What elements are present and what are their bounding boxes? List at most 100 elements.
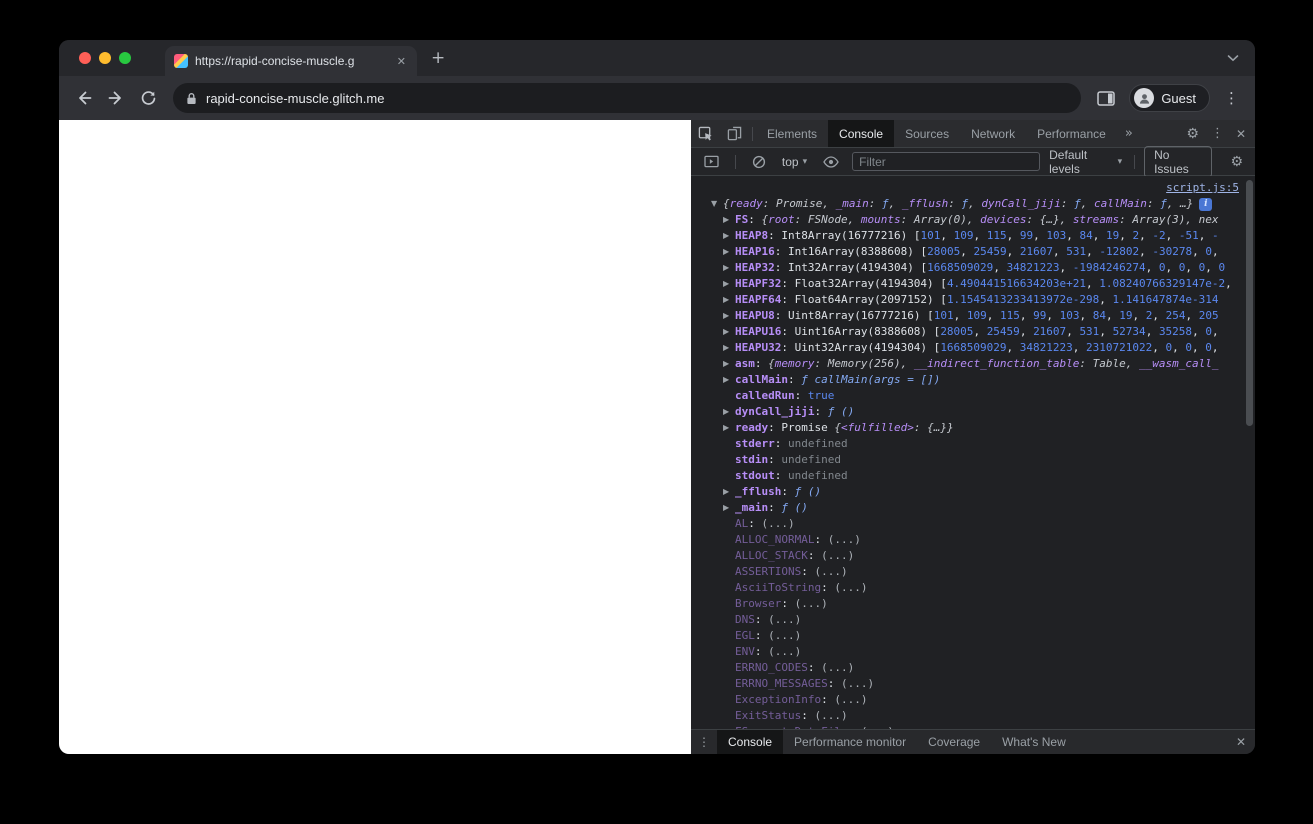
more-tabs-icon[interactable]: » [1117, 120, 1141, 147]
inspect-element-icon[interactable] [691, 120, 720, 147]
minimize-window-button[interactable] [99, 52, 111, 64]
expand-arrow-icon[interactable]: ▶ [723, 212, 735, 228]
expand-getter-button[interactable]: (...) [814, 708, 847, 724]
console-settings-icon[interactable]: ⚙ [1224, 154, 1249, 170]
filter-input[interactable] [852, 152, 1041, 171]
expand-arrow-icon[interactable]: ▶ [723, 308, 735, 324]
tab-close-icon[interactable]: ✕ [395, 55, 408, 68]
expand-getter-button[interactable]: (...) [821, 548, 854, 564]
console-row[interactable]: ▼{ready: Promise, _main: ƒ, _fflush: ƒ, … [691, 196, 1255, 212]
console-row[interactable]: ▶ HEAPF32: Float32Array(4194304) [4.49044… [691, 276, 1255, 292]
scrollbar-thumb[interactable] [1246, 180, 1253, 426]
expand-arrow-icon[interactable]: ▶ [723, 420, 735, 436]
console-token: 101 [920, 229, 941, 242]
collapse-arrow-icon[interactable]: ▼ [711, 196, 723, 212]
console-row[interactable]: ▶ _fflush: ƒ () [691, 484, 1255, 500]
console-row: stderr: undefined [691, 436, 1255, 452]
expand-arrow-icon[interactable]: ▶ [723, 324, 735, 340]
console-row[interactable]: ▶ HEAPU32: Uint32Array(4194304) [16685090… [691, 340, 1255, 356]
source-link[interactable]: script.js:5 [1166, 180, 1239, 196]
console-row[interactable]: ▶ HEAP8: Int8Array(16777216) [101, 109, 1… [691, 228, 1255, 244]
expand-arrow-icon[interactable]: ▶ [723, 484, 735, 500]
expand-getter-button[interactable]: (...) [834, 580, 867, 596]
console-token: , [1198, 229, 1212, 242]
expand-arrow-icon[interactable]: ▶ [723, 228, 735, 244]
console-row[interactable]: ▶ ready: Promise {<fulfilled>: {…}} [691, 420, 1255, 436]
console-row[interactable]: ▶ dynCall_jiji: ƒ () [691, 404, 1255, 420]
context-selector[interactable]: top ▾ [779, 155, 810, 169]
expand-arrow-icon[interactable]: ▶ [723, 500, 735, 516]
expand-getter-button[interactable]: (...) [841, 676, 874, 692]
console-row[interactable]: ▶ callMain: ƒ callMain(args = []) [691, 372, 1255, 388]
console-scrollbar[interactable] [1245, 178, 1254, 727]
devtools-settings-icon[interactable]: ⚙ [1180, 120, 1205, 147]
zoom-window-button[interactable] [119, 52, 131, 64]
expand-arrow-icon[interactable]: ▶ [723, 340, 735, 356]
console-token: , [1105, 309, 1120, 322]
expand-getter-button[interactable]: (...) [762, 516, 795, 532]
reload-button[interactable] [133, 83, 163, 113]
expand-arrow-icon[interactable]: ▶ [723, 260, 735, 276]
expand-getter-button[interactable]: (...) [768, 612, 801, 628]
expand-arrow-icon[interactable]: ▶ [723, 372, 735, 388]
devtools-tab-elements[interactable]: Elements [756, 120, 828, 147]
drawer-menu-icon[interactable]: ⋮ [691, 730, 717, 754]
drawer-tab-console[interactable]: Console [717, 730, 784, 754]
drawer-tab-what-s-new[interactable]: What's New [991, 730, 1077, 754]
new-tab-button[interactable]: + [427, 40, 449, 76]
no-issues-button[interactable]: No Issues [1144, 145, 1213, 178]
expand-arrow-icon[interactable]: ▶ [723, 292, 735, 308]
drawer-close-icon[interactable]: ✕ [1227, 730, 1255, 754]
devtools-close-icon[interactable]: ✕ [1230, 120, 1255, 147]
console-row[interactable]: ▶ HEAP16: Int16Array(8388608) [28005, 254… [691, 244, 1255, 260]
devtools-tab-network[interactable]: Network [960, 120, 1026, 147]
console-row[interactable]: ▶ FS: {root: FSNode, mounts: Array(0), de… [691, 212, 1255, 228]
expand-getter-button[interactable]: (...) [814, 564, 847, 580]
profile-button[interactable]: Guest [1129, 84, 1210, 112]
browser-tab[interactable]: https://rapid-concise-muscle.g ✕ [165, 46, 417, 76]
console-row[interactable]: ▶ asm: {memory: Memory(256), __indirect_f… [691, 356, 1255, 372]
chevron-down-icon[interactable] [1227, 54, 1239, 62]
console-row[interactable]: ▶ HEAPU8: Uint8Array(16777216) [101, 109,… [691, 308, 1255, 324]
expand-arrow-icon[interactable]: ▶ [723, 244, 735, 260]
console-sidebar-icon[interactable] [697, 155, 726, 168]
console-token: , [1225, 277, 1232, 290]
console-row[interactable]: ▶ HEAPF64: Float64Array(2097152) [1.15454… [691, 292, 1255, 308]
expand-arrow-icon[interactable]: ▶ [723, 276, 735, 292]
side-panel-icon[interactable] [1091, 83, 1121, 113]
address-bar[interactable]: rapid-concise-muscle.glitch.me [173, 83, 1082, 113]
expand-getter-button[interactable]: (...) [821, 660, 854, 676]
expand-getter-button[interactable]: (...) [834, 692, 867, 708]
devtools-tab-performance[interactable]: Performance [1026, 120, 1117, 147]
clear-console-icon[interactable] [745, 155, 773, 169]
console-token: 52734 [1112, 325, 1146, 338]
browser-menu-icon[interactable]: ⋮ [1218, 89, 1245, 107]
devtools-menu-icon[interactable]: ⋮ [1205, 120, 1230, 147]
console-row[interactable]: ▶ _main: ƒ () [691, 500, 1255, 516]
console-row[interactable]: ▶ HEAP32: Int32Array(4194304) [1668509029… [691, 260, 1255, 276]
info-icon[interactable]: i [1199, 197, 1213, 211]
close-window-button[interactable] [79, 52, 91, 64]
expand-getter-button[interactable]: (...) [768, 628, 801, 644]
expand-arrow-icon[interactable]: ▶ [723, 356, 735, 372]
devtools-tab-console[interactable]: Console [828, 120, 895, 147]
console-token: : [754, 613, 769, 626]
expand-getter-button[interactable]: (...) [828, 532, 861, 548]
expand-getter-button[interactable]: (...) [795, 596, 828, 612]
forward-button[interactable] [101, 83, 131, 113]
console-token: { [834, 421, 841, 434]
expand-getter-button[interactable]: (...) [861, 724, 894, 729]
log-levels-selector[interactable]: Default levels ▾ [1046, 148, 1125, 176]
console-token: , [1099, 325, 1113, 338]
back-button[interactable] [69, 83, 99, 113]
expand-arrow-icon[interactable]: ▶ [723, 404, 735, 420]
console-token: : [794, 389, 808, 402]
drawer-tab-performance-monitor[interactable]: Performance monitor [783, 730, 917, 754]
drawer-tab-coverage[interactable]: Coverage [917, 730, 991, 754]
console-row[interactable]: ▶ HEAPU16: Uint16Array(8388608) [28005, 2… [691, 324, 1255, 340]
expand-getter-button[interactable]: (...) [768, 644, 801, 660]
devtools-tab-sources[interactable]: Sources [894, 120, 960, 147]
live-expression-eye-icon[interactable] [816, 155, 846, 168]
device-toolbar-icon[interactable] [720, 120, 749, 147]
lock-icon[interactable] [186, 92, 197, 105]
